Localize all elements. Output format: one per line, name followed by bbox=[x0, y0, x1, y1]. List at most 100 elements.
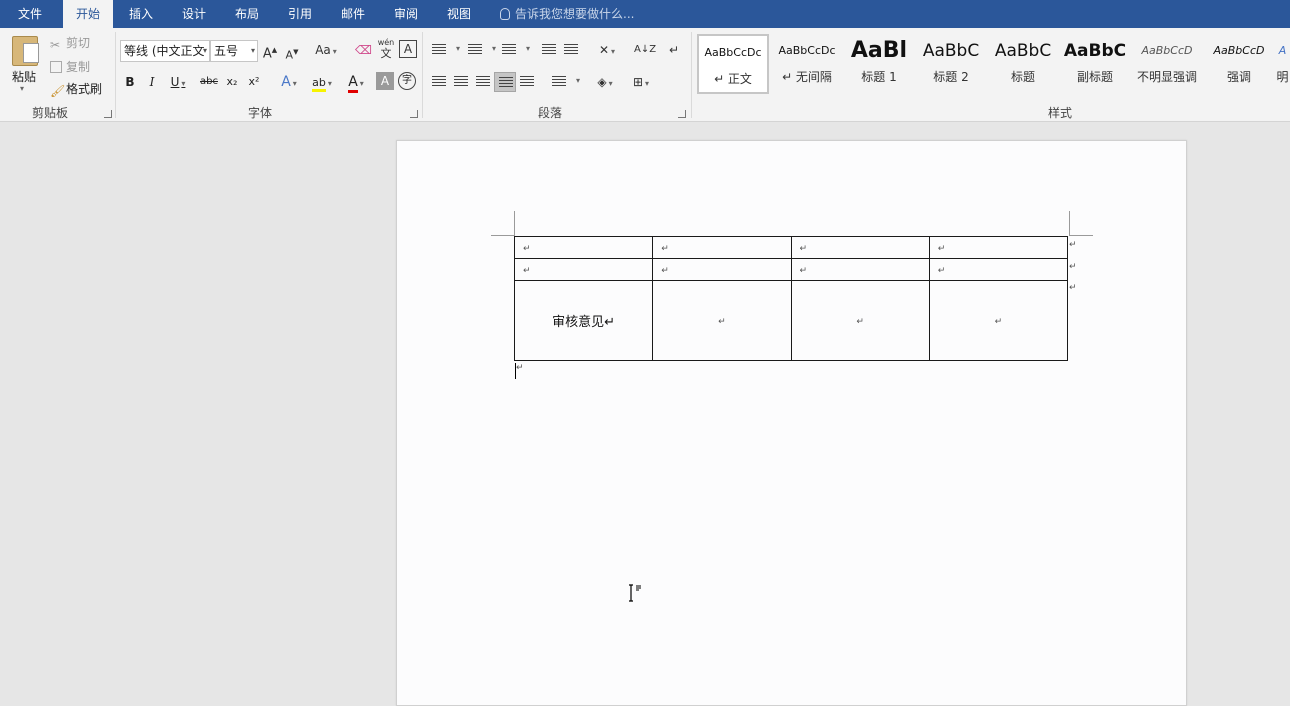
row-end-mark: ↵ bbox=[1069, 283, 1077, 293]
bold-button[interactable]: B bbox=[120, 72, 140, 92]
increase-indent-button[interactable] bbox=[560, 40, 582, 60]
styles-gallery: AaBbCcDc ↵ 正文 AaBbCcDc ↵ 无间隔 AaBl 标题 1 A… bbox=[697, 34, 1290, 98]
text-effects-button[interactable]: A bbox=[274, 72, 304, 92]
cut-button[interactable]: ✂ 剪切 bbox=[50, 34, 90, 52]
ibeam-cursor-icon bbox=[629, 584, 641, 602]
table-row: ↵ ↵ ↵ ↵ bbox=[513, 236, 1069, 259]
character-border-button[interactable]: A bbox=[399, 40, 417, 58]
font-size-select[interactable]: 五号 ▾ bbox=[210, 40, 258, 62]
crop-mark bbox=[1069, 211, 1070, 235]
tab-insert[interactable]: 插入 bbox=[116, 0, 166, 28]
numbering-button[interactable]: ▾ bbox=[464, 40, 496, 60]
table-cell[interactable]: ↵ bbox=[790, 236, 930, 259]
phonetic-guide-button[interactable]: wén 文 bbox=[376, 38, 396, 59]
style-title[interactable]: AaBbC 标题 bbox=[987, 34, 1059, 94]
table-row: 审核意见↵ ↵ ↵ ↵ bbox=[513, 280, 1069, 361]
group-divider bbox=[422, 32, 423, 118]
style-no-spacing[interactable]: AaBbCcDc ↵ 无间隔 bbox=[771, 34, 843, 94]
table-cell[interactable]: ↵ bbox=[928, 280, 1069, 361]
italic-button[interactable]: I bbox=[142, 72, 162, 92]
paragraph-launcher-icon[interactable] bbox=[678, 110, 686, 118]
group-label-font: 字体 bbox=[247, 106, 272, 120]
strikethrough-button[interactable]: abc bbox=[198, 72, 220, 92]
decrease-indent-button[interactable] bbox=[538, 40, 560, 60]
align-left-button[interactable] bbox=[428, 72, 450, 92]
tab-design[interactable]: 设计 bbox=[169, 0, 219, 28]
table-cell[interactable]: ↵ bbox=[652, 236, 792, 259]
table-cell[interactable]: ↵ bbox=[513, 258, 654, 281]
align-right-icon bbox=[476, 76, 490, 88]
tab-layout[interactable]: 布局 bbox=[222, 0, 272, 28]
table-cell-review-opinion[interactable]: 审核意见↵ bbox=[513, 280, 654, 361]
table-cell[interactable]: ↵ bbox=[652, 258, 792, 281]
tab-references[interactable]: 引用 bbox=[275, 0, 325, 28]
font-launcher-icon[interactable] bbox=[410, 110, 418, 118]
change-case-button[interactable]: Aa bbox=[312, 42, 340, 60]
tell-me-box[interactable]: 告诉我您想要做什么... bbox=[500, 0, 634, 28]
decrease-indent-icon bbox=[542, 44, 556, 56]
chevron-down-icon: ▾ bbox=[202, 46, 207, 55]
superscript-button[interactable]: x² bbox=[244, 72, 264, 92]
style-subtle-emphasis[interactable]: AaBbCcD 不明显强调 bbox=[1131, 34, 1203, 94]
sort-button[interactable]: A↓Z bbox=[634, 42, 656, 58]
underline-button[interactable]: U bbox=[164, 72, 192, 92]
distributed-button[interactable] bbox=[516, 72, 538, 92]
paintbrush-icon: 🖌 bbox=[50, 84, 66, 98]
numbering-icon bbox=[468, 44, 482, 56]
style-heading-2[interactable]: AaBbC 标题 2 bbox=[915, 34, 987, 94]
tab-home[interactable]: 开始 bbox=[63, 0, 113, 29]
style-emphasis[interactable]: AaBbCcD 强调 bbox=[1203, 34, 1275, 94]
borders-button[interactable]: ⊞ bbox=[626, 74, 656, 92]
distributed-icon bbox=[520, 76, 534, 88]
style-intense-emphasis[interactable]: A 明 bbox=[1275, 34, 1290, 94]
shrink-font-button[interactable]: A▼ bbox=[284, 44, 300, 64]
copy-button[interactable]: 复制 bbox=[50, 58, 90, 75]
table-cell[interactable]: ↵ bbox=[652, 280, 792, 361]
tab-review[interactable]: 审阅 bbox=[381, 0, 431, 28]
clear-formatting-icon[interactable]: ⌫ bbox=[355, 42, 372, 58]
tab-view[interactable]: 视图 bbox=[434, 0, 484, 28]
multilevel-list-button[interactable]: ▾ bbox=[498, 40, 530, 60]
format-painter-button[interactable]: 🖌格式刷 bbox=[50, 80, 102, 98]
clipboard-launcher-icon[interactable] bbox=[104, 110, 112, 118]
enclose-characters-button[interactable]: 字 bbox=[398, 72, 416, 90]
tell-me-text: 告诉我您想要做什么... bbox=[515, 7, 635, 21]
character-shading-button[interactable]: A bbox=[376, 72, 394, 90]
group-label-clipboard: 剪贴板 bbox=[31, 106, 68, 120]
show-marks-icon[interactable]: ↵ bbox=[666, 42, 682, 58]
style-normal[interactable]: AaBbCcDc ↵ 正文 bbox=[697, 34, 769, 94]
justify-button[interactable] bbox=[494, 72, 516, 92]
paint-bucket-icon: ◈ bbox=[597, 75, 607, 89]
tab-file[interactable]: 文件 bbox=[0, 0, 60, 28]
ribbon-tab-bar: 文件 开始 插入 设计 布局 引用 邮件 审阅 视图 告诉我您想要做什么... bbox=[0, 0, 1290, 29]
tab-mailings[interactable]: 邮件 bbox=[328, 0, 378, 28]
table-cell[interactable]: ↵ bbox=[928, 258, 1069, 281]
subscript-button[interactable]: x₂ bbox=[222, 72, 242, 92]
document-page[interactable]: ↵ ↵ ↵ ↵ ↵ ↵ ↵ ↵ 审核意见↵ ↵ ↵ ↵ ↵ ↵ ↵ ↵ bbox=[396, 140, 1187, 706]
table-cell[interactable]: ↵ bbox=[790, 280, 930, 361]
table-cell[interactable]: ↵ bbox=[928, 236, 1069, 259]
bullets-button[interactable]: ▾ bbox=[428, 40, 460, 60]
font-name-select[interactable]: 等线 (中文正文 ▾ bbox=[120, 40, 210, 62]
paste-label: 粘贴 bbox=[12, 70, 37, 84]
shading-button[interactable]: ◈ bbox=[590, 74, 620, 92]
document-area[interactable]: ↵ ↵ ↵ ↵ ↵ ↵ ↵ ↵ 审核意见↵ ↵ ↵ ↵ ↵ ↵ ↵ ↵ bbox=[0, 123, 1290, 706]
row-end-mark: ↵ bbox=[1069, 240, 1077, 250]
line-spacing-icon bbox=[552, 76, 566, 88]
style-heading-1[interactable]: AaBl 标题 1 bbox=[843, 34, 915, 94]
chinese-layout-button[interactable]: ✕ bbox=[592, 42, 622, 60]
increase-indent-icon bbox=[564, 44, 578, 56]
group-label-styles: 样式 bbox=[1047, 106, 1072, 120]
document-table[interactable]: ↵ ↵ ↵ ↵ ↵ ↵ ↵ ↵ 审核意见↵ ↵ ↵ ↵ bbox=[513, 236, 1069, 361]
group-divider bbox=[115, 32, 116, 118]
highlight-button[interactable]: ab bbox=[306, 72, 338, 92]
grow-font-button[interactable]: A▲ bbox=[262, 42, 278, 62]
align-right-button[interactable] bbox=[472, 72, 494, 92]
table-cell[interactable]: ↵ bbox=[790, 258, 930, 281]
style-subtitle[interactable]: AaBbC 副标题 bbox=[1059, 34, 1131, 94]
align-center-button[interactable] bbox=[450, 72, 472, 92]
line-spacing-button[interactable]: ▾ bbox=[548, 72, 580, 92]
font-color-button[interactable]: A bbox=[340, 72, 372, 93]
table-row: ↵ ↵ ↵ ↵ bbox=[513, 258, 1069, 281]
table-cell[interactable]: ↵ bbox=[513, 236, 654, 259]
